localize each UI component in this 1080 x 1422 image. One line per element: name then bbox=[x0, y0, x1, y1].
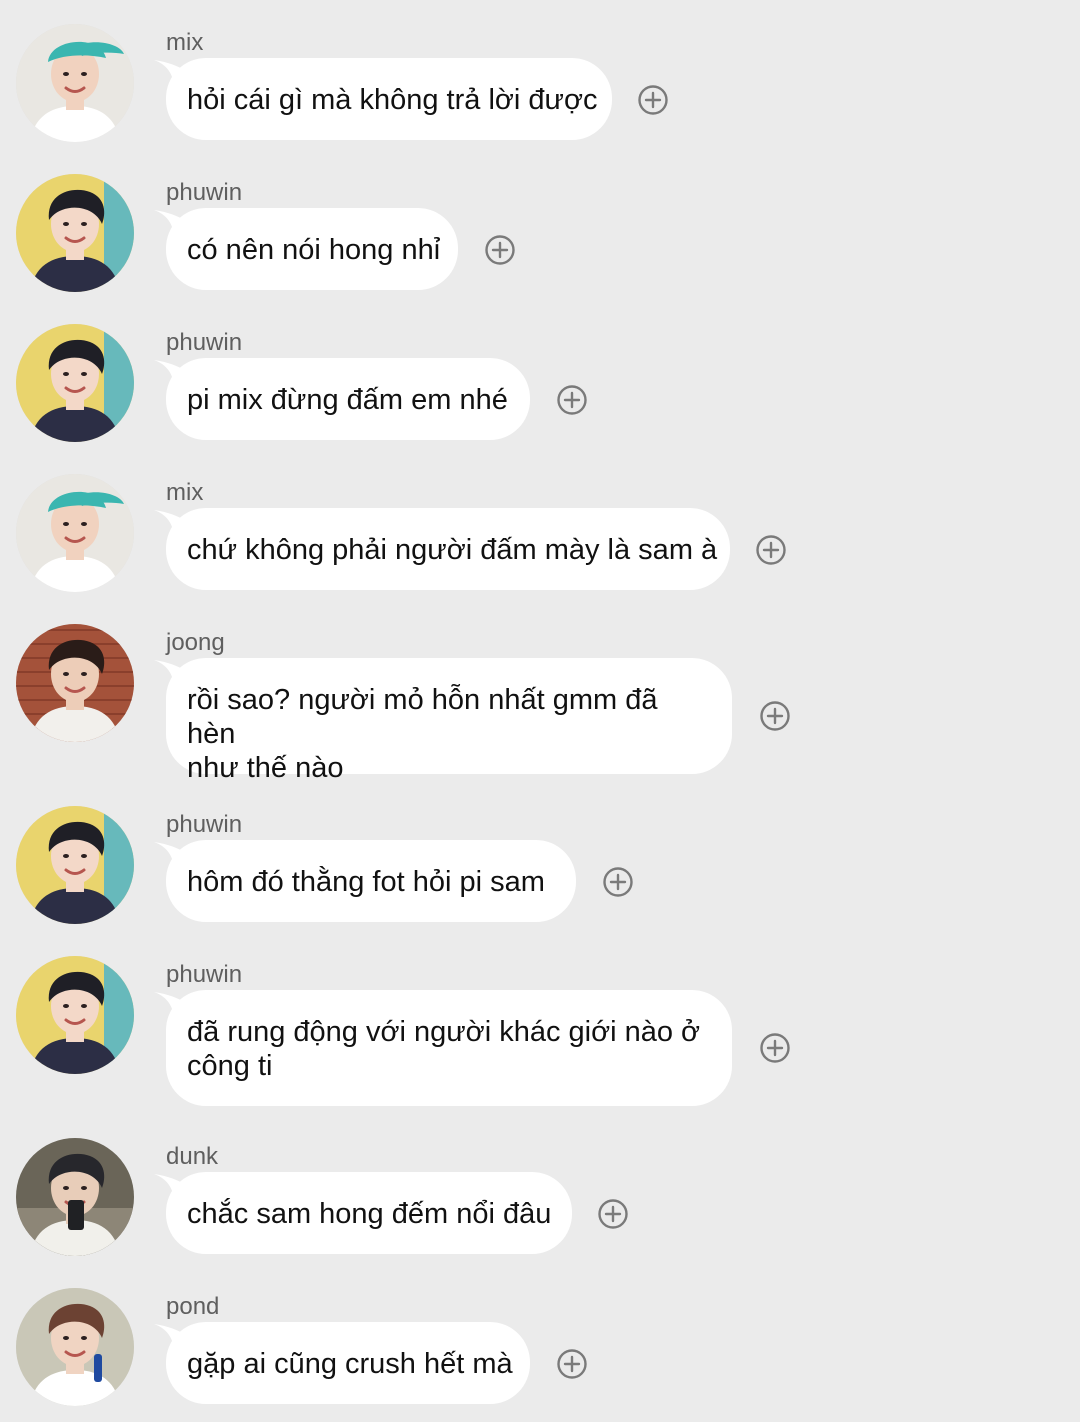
message-bubble-wrap: chắc sam hong đếm nổi đâu bbox=[154, 1172, 572, 1254]
avatar-mix-photo bbox=[16, 474, 134, 592]
sender-name: pond bbox=[166, 1293, 220, 1320]
avatar[interactable] bbox=[16, 1288, 134, 1406]
avatar-phuwin-photo bbox=[16, 174, 134, 292]
plus-circle-icon[interactable] bbox=[760, 701, 790, 731]
avatar-phuwin-photo bbox=[16, 956, 134, 1074]
message-bubble[interactable]: có nên nói hong nhỉ bbox=[166, 208, 458, 290]
avatar[interactable] bbox=[16, 956, 134, 1074]
sender-name: phuwin bbox=[166, 329, 243, 356]
plus-circle-icon[interactable] bbox=[485, 235, 515, 265]
plus-circle-icon[interactable] bbox=[756, 535, 786, 565]
avatar-phuwin-photo bbox=[16, 324, 134, 442]
message-bubble-wrap: hôm đó thằng fot hỏi pi sam bbox=[154, 840, 576, 922]
sender-name: mix bbox=[166, 29, 204, 56]
message-bubble[interactable]: đã rung động với người khác giới nào ở c… bbox=[166, 990, 732, 1106]
avatar[interactable] bbox=[16, 806, 134, 924]
chat-message-list: mix hỏi cái gì mà không trả lời được phu… bbox=[0, 0, 1080, 1422]
message-bubble-wrap: gặp ai cũng crush hết mà bbox=[154, 1322, 530, 1404]
message-bubble[interactable]: chắc sam hong đếm nổi đâu bbox=[166, 1172, 572, 1254]
plus-circle-icon[interactable] bbox=[598, 1199, 628, 1229]
avatar[interactable] bbox=[16, 324, 134, 442]
avatar-mix-photo bbox=[16, 24, 134, 142]
sender-name: phuwin bbox=[166, 811, 243, 838]
message-row: phuwin pi mix đừng đấm em nhé bbox=[0, 324, 1080, 464]
message-bubble-wrap: có nên nói hong nhỉ bbox=[154, 208, 458, 290]
avatar[interactable] bbox=[16, 624, 134, 742]
avatar-phuwin-photo bbox=[16, 806, 134, 924]
message-row: phuwin có nên nói hong nhỉ bbox=[0, 174, 1080, 314]
plus-circle-icon[interactable] bbox=[557, 385, 587, 415]
sender-name: mix bbox=[166, 479, 204, 506]
sender-name: phuwin bbox=[166, 961, 243, 988]
sender-name: phuwin bbox=[166, 179, 243, 206]
plus-circle-icon[interactable] bbox=[557, 1349, 587, 1379]
avatar-joong-photo bbox=[16, 624, 134, 742]
message-bubble-wrap: hỏi cái gì mà không trả lời được bbox=[154, 58, 612, 140]
message-bubble[interactable]: hôm đó thằng fot hỏi pi sam bbox=[166, 840, 576, 922]
plus-circle-icon[interactable] bbox=[638, 85, 668, 115]
avatar[interactable] bbox=[16, 174, 134, 292]
message-bubble[interactable]: chứ không phải người đấm mày là sam à bbox=[166, 508, 730, 590]
plus-circle-icon[interactable] bbox=[760, 1033, 790, 1063]
message-row: dunk chắc sam hong đếm nổi đâu bbox=[0, 1138, 1080, 1278]
message-bubble[interactable]: gặp ai cũng crush hết mà bbox=[166, 1322, 530, 1404]
avatar[interactable] bbox=[16, 24, 134, 142]
message-bubble[interactable]: pi mix đừng đấm em nhé bbox=[166, 358, 530, 440]
plus-circle-icon[interactable] bbox=[603, 867, 633, 897]
sender-name: joong bbox=[166, 629, 225, 656]
message-row: mix hỏi cái gì mà không trả lời được bbox=[0, 24, 1080, 164]
message-bubble-wrap: rồi sao? người mỏ hỗn nhất gmm đã hèn nh… bbox=[154, 658, 732, 784]
message-row: joong rồi sao? người mỏ hỗn nhất gmm đã … bbox=[0, 624, 1080, 796]
message-bubble[interactable]: hỏi cái gì mà không trả lời được bbox=[166, 58, 612, 140]
message-row: phuwin đã rung động với người khác giới … bbox=[0, 956, 1080, 1128]
avatar[interactable] bbox=[16, 1138, 134, 1256]
avatar[interactable] bbox=[16, 474, 134, 592]
avatar-pond-photo bbox=[16, 1288, 134, 1406]
message-row: mix chứ không phải người đấm mày là sam … bbox=[0, 474, 1080, 614]
message-row: pond gặp ai cũng crush hết mà bbox=[0, 1288, 1080, 1422]
message-bubble-wrap: pi mix đừng đấm em nhé bbox=[154, 358, 530, 440]
message-bubble-wrap: chứ không phải người đấm mày là sam à bbox=[154, 508, 730, 590]
sender-name: dunk bbox=[166, 1143, 219, 1170]
message-bubble-wrap: đã rung động với người khác giới nào ở c… bbox=[154, 990, 732, 1106]
message-bubble[interactable]: rồi sao? người mỏ hỗn nhất gmm đã hèn nh… bbox=[166, 658, 732, 784]
avatar-dunk-photo bbox=[16, 1138, 134, 1256]
message-row: phuwin hôm đó thằng fot hỏi pi sam bbox=[0, 806, 1080, 946]
